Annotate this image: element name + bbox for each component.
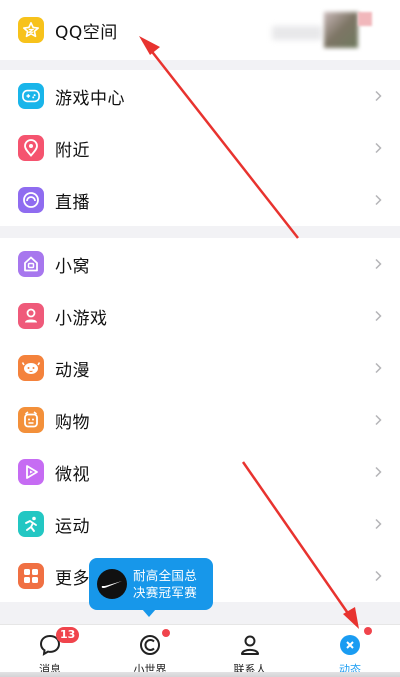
notification-dot (162, 629, 170, 637)
promo-bubble[interactable]: 耐高全国总 决赛冠军赛 (89, 558, 213, 617)
live-icon (18, 187, 44, 213)
bottom-tab-bar: 13 消息 小世界 联系人 动态 (0, 624, 400, 677)
unread-badge: 13 (56, 627, 80, 643)
chevron-right-icon (375, 90, 382, 102)
menu-item-label: 更多 (55, 568, 90, 589)
menu-item-shopping[interactable]: 购物 (0, 394, 400, 446)
qzone-section: QQ空间 (0, 0, 400, 60)
services-group-1: 游戏中心 附近 直播 (0, 70, 400, 226)
play-icon (18, 459, 44, 485)
tab-messages[interactable]: 13 消息 (0, 625, 100, 677)
blurred-avatar-preview (272, 12, 372, 48)
notification-dot (364, 627, 372, 635)
small-world-icon (137, 632, 163, 658)
system-nav-strip (0, 672, 400, 677)
menu-item-games[interactable]: 游戏中心 (0, 70, 400, 122)
menu-item-anime[interactable]: 动漫 (0, 342, 400, 394)
chevron-right-icon (375, 194, 382, 206)
promo-text: 耐高全国总 决赛冠军赛 (133, 567, 197, 601)
chevron-right-icon (375, 518, 382, 530)
qzone-label: QQ空间 (55, 22, 118, 43)
menu-item-label: 购物 (55, 412, 90, 433)
menu-item-label: 直播 (55, 192, 90, 213)
chevron-right-icon (375, 310, 382, 322)
menu-item-sports[interactable]: 运动 (0, 498, 400, 550)
menu-item-label: 游戏中心 (55, 88, 125, 109)
menu-item-label: 动漫 (55, 360, 90, 381)
tab-contacts[interactable]: 联系人 (200, 625, 300, 677)
chevron-right-icon (375, 414, 382, 426)
qzone-star-icon (18, 17, 44, 43)
promo-line-2: 决赛冠军赛 (133, 585, 198, 600)
chevron-right-icon (375, 258, 382, 270)
menu-item-minigames[interactable]: 小游戏 (0, 290, 400, 342)
shopping-icon (18, 407, 44, 433)
tab-small-world[interactable]: 小世界 (100, 625, 200, 677)
chevron-right-icon (375, 466, 382, 478)
menu-item-nearby[interactable]: 附近 (0, 122, 400, 174)
menu-item-label: 附近 (55, 140, 90, 161)
running-icon (18, 511, 44, 537)
location-pin-icon (18, 135, 44, 161)
star-circle-icon (337, 632, 363, 658)
nike-swoosh-icon (97, 569, 127, 599)
promo-line-1: 耐高全国总 (133, 568, 198, 583)
menu-item-label: 小窝 (55, 256, 90, 277)
grid-icon (18, 563, 44, 589)
anime-face-icon (18, 355, 44, 381)
services-group-2: 小窝 小游戏 动漫 购物 微视 运动 更多 (0, 238, 400, 602)
menu-item-weishi[interactable]: 微视 (0, 446, 400, 498)
house-icon (18, 251, 44, 277)
chevron-right-icon (375, 142, 382, 154)
menu-item-label: 小游戏 (55, 308, 108, 329)
chevron-right-icon (375, 570, 382, 582)
tab-feed[interactable]: 动态 (300, 625, 400, 677)
gamepad-icon (18, 83, 44, 109)
qzone-row[interactable]: QQ空间 (0, 0, 400, 60)
menu-item-live[interactable]: 直播 (0, 174, 400, 226)
menu-item-label: 微视 (55, 464, 90, 485)
menu-item-label: 运动 (55, 516, 90, 537)
minigame-icon (18, 303, 44, 329)
person-icon (237, 632, 263, 658)
menu-item-xiaowo[interactable]: 小窝 (0, 238, 400, 290)
chevron-right-icon (375, 362, 382, 374)
